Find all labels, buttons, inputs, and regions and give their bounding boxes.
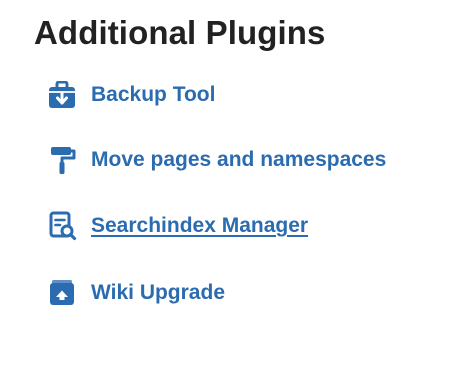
wiki-upgrade-link[interactable]: Wiki Upgrade <box>91 280 225 306</box>
backup-tool-link[interactable]: Backup Tool <box>91 82 215 108</box>
searchindex-manager-link[interactable]: Searchindex Manager <box>91 213 308 239</box>
backup-toolbox-icon <box>46 79 78 111</box>
upgrade-arrow-icon <box>46 277 78 309</box>
plugin-item-wiki-upgrade[interactable]: Wiki Upgrade <box>46 276 225 310</box>
paint-roller-icon <box>46 144 78 176</box>
additional-plugins-panel: Additional Plugins Backup Tool Move page… <box>0 0 466 370</box>
move-pages-link[interactable]: Move pages and namespaces <box>91 147 386 173</box>
plugin-item-move-pages[interactable]: Move pages and namespaces <box>46 143 386 177</box>
plugin-item-backup-tool[interactable]: Backup Tool <box>46 78 215 112</box>
section-title: Additional Plugins <box>34 14 326 51</box>
search-document-icon <box>46 210 78 242</box>
plugin-item-searchindex-manager[interactable]: Searchindex Manager <box>46 209 308 243</box>
